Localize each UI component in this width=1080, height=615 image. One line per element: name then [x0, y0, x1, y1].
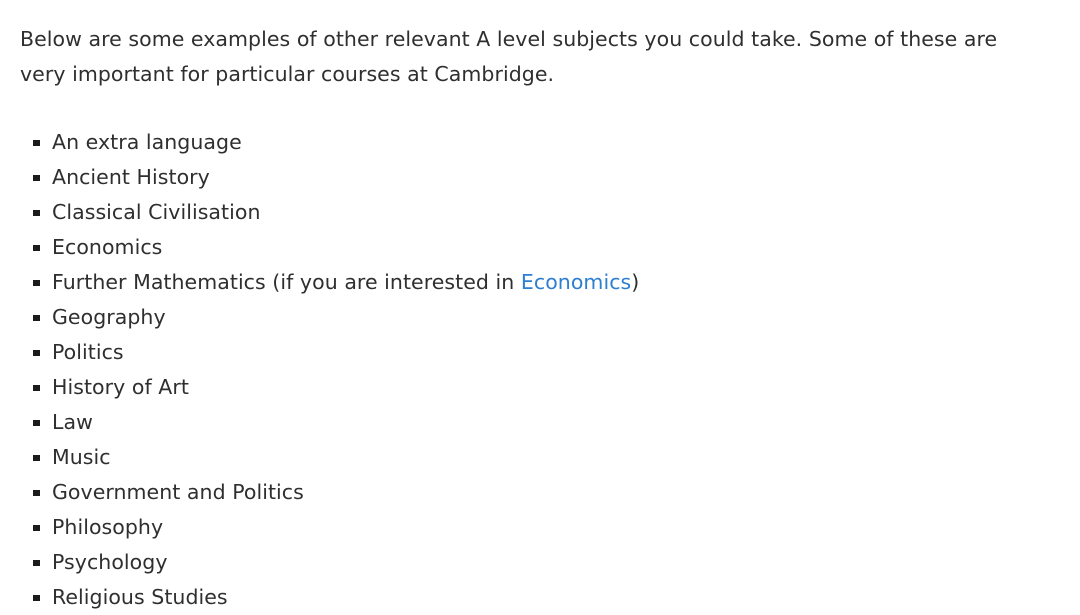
list-item-label: Economics [52, 235, 163, 259]
list-item-label: Ancient History [52, 165, 210, 189]
square-bullet-icon [33, 489, 40, 496]
list-item-further-mathematics: Further Mathematics (if you are interest… [20, 265, 1060, 300]
subject-list: An extra language Ancient History Classi… [20, 125, 1060, 615]
list-item-label: Psychology [52, 550, 168, 574]
square-bullet-icon [33, 174, 40, 181]
list-item-label: Music [52, 445, 111, 469]
square-bullet-icon [33, 349, 40, 356]
list-item-label: Classical Civilisation [52, 200, 261, 224]
list-item: Economics [20, 230, 1060, 265]
list-item: Music [20, 440, 1060, 475]
square-bullet-icon [33, 209, 40, 216]
square-bullet-icon [33, 139, 40, 146]
square-bullet-icon [33, 314, 40, 321]
list-item-label-prefix: Further Mathematics (if you are interest… [52, 270, 521, 294]
intro-paragraph: Below are some examples of other relevan… [20, 27, 998, 86]
square-bullet-icon [33, 279, 40, 286]
list-item: Philosophy [20, 510, 1060, 545]
square-bullet-icon [33, 559, 40, 566]
list-item: Politics [20, 335, 1060, 370]
square-bullet-icon [33, 524, 40, 531]
list-item: Classical Civilisation [20, 195, 1060, 230]
square-bullet-icon [33, 454, 40, 461]
square-bullet-icon [33, 594, 40, 601]
list-item: Ancient History [20, 160, 1060, 195]
square-bullet-icon [33, 244, 40, 251]
list-item-label: Geography [52, 305, 166, 329]
list-item: Government and Politics [20, 475, 1060, 510]
economics-link[interactable]: Economics [521, 270, 631, 294]
list-item-label: Law [52, 410, 93, 434]
list-item-label: History of Art [52, 375, 189, 399]
list-item: An extra language [20, 125, 1060, 160]
square-bullet-icon [33, 384, 40, 391]
list-item-label: Politics [52, 340, 124, 364]
list-item-label: Philosophy [52, 515, 164, 539]
list-item: Psychology [20, 545, 1060, 580]
list-item: Geography [20, 300, 1060, 335]
list-item-label-suffix: ) [631, 270, 640, 294]
list-item-label: Religious Studies [52, 585, 228, 609]
document-page: Below are some examples of other relevan… [0, 0, 1080, 614]
square-bullet-icon [33, 419, 40, 426]
list-item: Law [20, 405, 1060, 440]
list-item-label: An extra language [52, 130, 242, 154]
list-item-label: Government and Politics [52, 480, 304, 504]
list-item: History of Art [20, 370, 1060, 405]
list-item: Religious Studies [20, 580, 1060, 615]
